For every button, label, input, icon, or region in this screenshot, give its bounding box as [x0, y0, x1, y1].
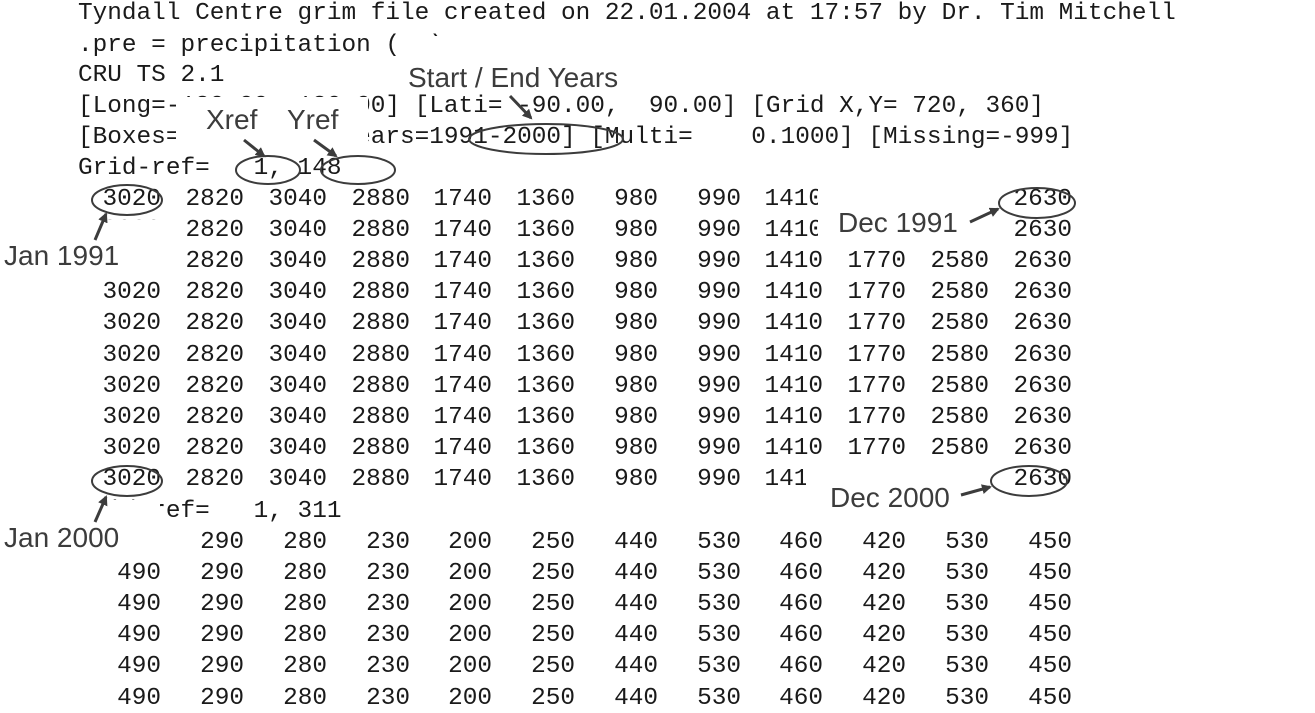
- dec-1991-arrow: [969, 207, 1000, 224]
- dec-2000-ellipse: [990, 465, 1068, 497]
- xref-arrow: [243, 138, 266, 158]
- xref-ellipse: [235, 155, 301, 185]
- years-range-ellipse: [468, 123, 624, 155]
- jan-1991-arrow: [93, 212, 108, 241]
- yref-arrow: [313, 138, 338, 158]
- dec-1991-ellipse: [998, 187, 1076, 219]
- jan-2000-arrow: [93, 495, 108, 523]
- jan-2000-ellipse: [91, 465, 163, 497]
- yref-ellipse: [320, 155, 396, 185]
- jan-1991-ellipse: [91, 184, 163, 216]
- start-end-arrow: [508, 94, 533, 120]
- annotation-overlay: [91, 94, 1076, 523]
- dec-2000-arrow: [960, 484, 992, 497]
- grim-file-document: Tyndall Centre grim file created on 22.0…: [0, 0, 1315, 712]
